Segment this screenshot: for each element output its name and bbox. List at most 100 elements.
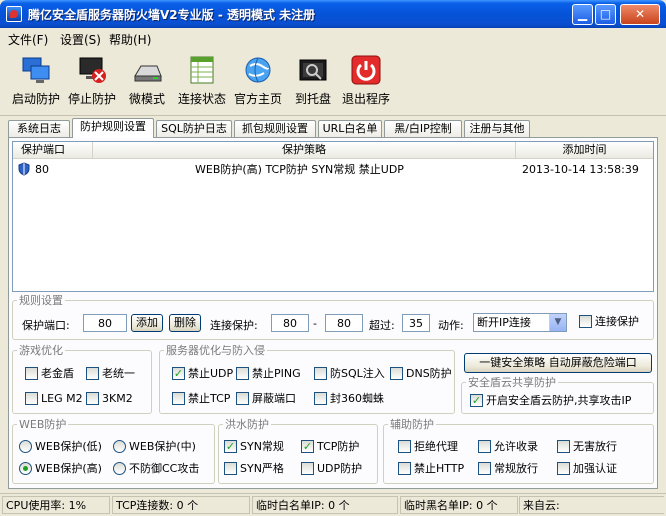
checkbox-label: 禁止TCP (188, 392, 231, 405)
one-click-security-button[interactable]: 一键安全策略 自动屏蔽危险端口 (464, 353, 652, 373)
checkbox-box[interactable] (172, 392, 185, 405)
checkbox-box[interactable] (25, 367, 38, 380)
aux-block-http[interactable]: 禁止HTTP (398, 462, 464, 476)
checkbox-box[interactable] (236, 367, 249, 380)
checkbox-box[interactable] (398, 440, 411, 453)
server-option-block-tcp[interactable]: 禁止TCP (172, 392, 230, 406)
checkbox-box[interactable] (390, 367, 403, 380)
server-option-anti-sql[interactable]: 防SQL注入 (314, 367, 385, 381)
flood-udp-protect[interactable]: UDP防护 (301, 462, 362, 476)
drive-mini-icon (131, 54, 163, 86)
aux-allow-index[interactable]: 允许收录 (478, 440, 538, 454)
exceed-label: 超过: (369, 319, 395, 332)
port-input[interactable] (83, 314, 127, 332)
minimize-button[interactable]: ▁ (572, 4, 593, 25)
col-port-header[interactable]: 保护端口 (13, 142, 93, 159)
add-button[interactable]: 添加 (131, 314, 163, 332)
aux-reject-proxy[interactable]: 拒绝代理 (398, 440, 458, 454)
checkbox-box[interactable]: ✓ (470, 394, 483, 407)
menu-file[interactable]: 文件(F) (8, 31, 48, 48)
rules-listview[interactable]: 保护端口 保护策略 添加时间 80 WEB防护(高) TCP防护 SYN常规 禁… (12, 141, 654, 292)
conn-to-input[interactable] (325, 314, 363, 332)
aux-strong-auth[interactable]: 加强认证 (557, 462, 617, 476)
flood-syn-strict[interactable]: SYN严格 (224, 462, 284, 476)
game-option-3km2[interactable]: 3KM2 (86, 392, 133, 406)
server-option-block-ping[interactable]: 禁止PING (236, 367, 301, 381)
menu-help[interactable]: 帮助(H) (109, 31, 151, 48)
checkbox-box[interactable] (86, 392, 99, 405)
tab-protection-rules[interactable]: 防护规则设置 (72, 118, 154, 138)
conn-protect-checkbox[interactable]: 连接保护 (579, 315, 639, 329)
checkbox-box[interactable] (224, 462, 237, 475)
exceed-input[interactable] (402, 314, 430, 332)
tab-ip-control[interactable]: 黑/白IP控制 (384, 120, 462, 138)
server-option-block-port[interactable]: 屏蔽端口 (236, 392, 296, 406)
maximize-button[interactable]: □ (595, 4, 616, 25)
checkbox-box[interactable] (236, 392, 249, 405)
connection-status-button[interactable]: 连接状态 (176, 54, 228, 112)
tab-register-other[interactable]: 注册与其他 (464, 120, 530, 138)
checkbox-box[interactable] (25, 392, 38, 405)
aux-harmless-pass[interactable]: 无害放行 (557, 440, 617, 454)
web-no-cc-radio[interactable]: 不防御CC攻击 (113, 462, 199, 476)
action-label: 动作: (438, 319, 464, 332)
cloud-protection-checkbox[interactable]: ✓ 开启安全盾云防护,共享攻击IP (470, 394, 631, 408)
radio-dot[interactable] (19, 462, 32, 475)
checkbox-box[interactable] (478, 440, 491, 453)
checkbox-label: DNS防护 (406, 367, 452, 380)
radio-dot[interactable] (113, 440, 126, 453)
checkbox-box[interactable] (478, 462, 491, 475)
web-level-high-radio[interactable]: WEB保护(高) (19, 462, 102, 476)
flood-tcp-protect[interactable]: ✓ TCP防护 (301, 440, 359, 454)
checkbox-box[interactable] (314, 367, 327, 380)
menu-settings[interactable]: 设置(S) (60, 31, 101, 48)
title-bar[interactable]: 腾亿安全盾服务器防火墙V2专业版 - 透明模式 未注册 ▁ □ ✕ (0, 0, 666, 28)
close-button[interactable]: ✕ (620, 4, 660, 25)
to-tray-button[interactable]: 到托盘 (292, 54, 334, 112)
status-temp-blacklist: 临时黑名单IP: 0 个 (400, 496, 518, 514)
action-select[interactable]: 断开IP连接 ▼ (473, 313, 567, 332)
start-protection-button[interactable]: 启动防护 (10, 54, 62, 112)
checkbox-label: UDP防护 (317, 462, 363, 475)
exit-program-button[interactable]: 退出程序 (340, 54, 392, 112)
radio-dot[interactable] (19, 440, 32, 453)
web-level-mid-radio[interactable]: WEB保护(中) (113, 440, 196, 454)
web-level-low-radio[interactable]: WEB保护(低) (19, 440, 102, 454)
radio-dot[interactable] (113, 462, 126, 475)
game-option-old-tongyi[interactable]: 老统一 (86, 367, 135, 381)
conn-protect-box[interactable] (579, 315, 592, 328)
col-time-header[interactable]: 添加时间 (516, 142, 653, 159)
table-row[interactable]: 80 WEB防护(高) TCP防护 SYN常规 禁止UDP 2013-10-14… (13, 162, 653, 178)
tab-sql-log[interactable]: SQL防护日志 (156, 120, 232, 138)
server-option-block-udp[interactable]: ✓ 禁止UDP (172, 367, 233, 381)
delete-button[interactable]: 删除 (169, 314, 201, 332)
tab-system-log[interactable]: 系统日志 (8, 120, 70, 138)
checkbox-label: 防SQL注入 (330, 367, 385, 380)
chevron-down-icon[interactable]: ▼ (549, 314, 566, 331)
checkbox-box[interactable]: ✓ (172, 367, 185, 380)
official-site-button[interactable]: 官方主页 (232, 54, 284, 112)
checkbox-box[interactable] (301, 462, 314, 475)
range-dash: - (313, 317, 317, 330)
checkbox-box[interactable] (557, 440, 570, 453)
game-option-old-jindun[interactable]: 老金盾 (25, 367, 74, 381)
game-option-leg-m2[interactable]: LEG M2 (25, 392, 83, 406)
mini-mode-button[interactable]: 微模式 (126, 54, 168, 112)
tab-capture-rules[interactable]: 抓包规则设置 (234, 120, 316, 138)
checkbox-box[interactable] (86, 367, 99, 380)
conn-from-input[interactable] (271, 314, 309, 332)
aux-normal-pass[interactable]: 常规放行 (478, 462, 538, 476)
server-option-dns[interactable]: DNS防护 (390, 367, 452, 381)
flood-syn-normal[interactable]: ✓ SYN常规 (224, 440, 284, 454)
checkbox-box[interactable] (398, 462, 411, 475)
checkbox-box[interactable]: ✓ (301, 440, 314, 453)
checkbox-box[interactable]: ✓ (224, 440, 237, 453)
tab-url-whitelist[interactable]: URL白名单 (318, 120, 382, 138)
checkbox-box[interactable] (314, 392, 327, 405)
stop-protection-button[interactable]: 停止防护 (66, 54, 118, 112)
checkbox-box[interactable] (557, 462, 570, 475)
server-option-block-360[interactable]: 封360蜘蛛 (314, 392, 384, 406)
conn-protect-label: 连接保护: (210, 319, 258, 332)
col-policy-header[interactable]: 保护策略 (93, 142, 516, 159)
start-protection-label: 启动防护 (11, 92, 60, 106)
